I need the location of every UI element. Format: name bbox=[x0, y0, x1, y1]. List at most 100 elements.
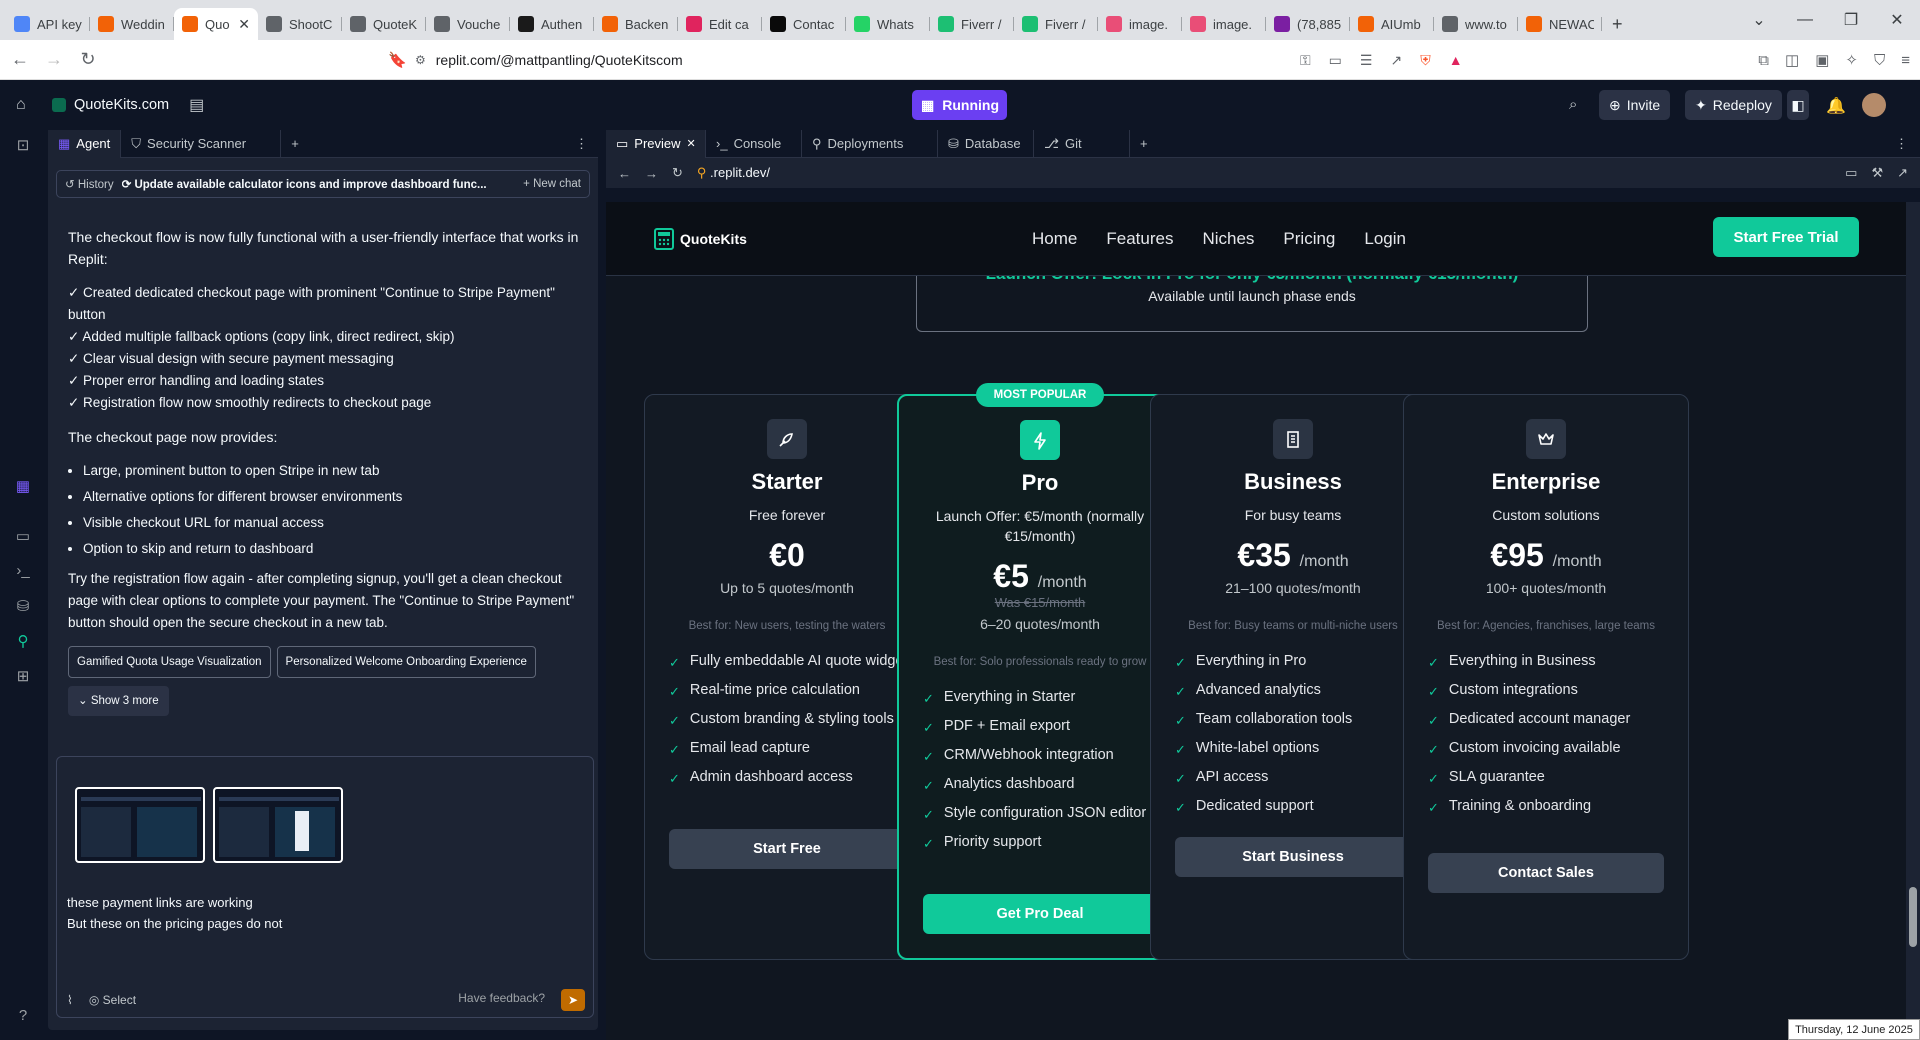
deployments-icon[interactable]: ⚲ bbox=[14, 632, 32, 650]
reload-icon[interactable]: ↻ bbox=[74, 49, 102, 70]
back-icon[interactable]: ← bbox=[6, 49, 34, 70]
brave-shield-icon[interactable]: ⛨ bbox=[1420, 52, 1431, 69]
thread-title[interactable]: ⟳ Update available calculator icons and … bbox=[122, 177, 516, 191]
browser-tab[interactable]: NEWAC bbox=[1518, 8, 1602, 40]
avatar[interactable] bbox=[1862, 93, 1886, 117]
devices-icon[interactable]: ▭ bbox=[1845, 165, 1857, 181]
preview-reload-icon[interactable]: ↻ bbox=[672, 165, 683, 181]
browser-tab[interactable]: Whats bbox=[846, 8, 930, 40]
browser-tab[interactable]: image. bbox=[1098, 8, 1182, 40]
new-tab-button[interactable]: + bbox=[1612, 14, 1623, 35]
run-status-button[interactable]: ▦ Running bbox=[912, 90, 1007, 120]
nav-link-features[interactable]: Features bbox=[1106, 229, 1173, 249]
chat-input[interactable]: these payment links are working But thes… bbox=[56, 756, 594, 1018]
close-window-button[interactable]: ✕ bbox=[1874, 10, 1920, 30]
browser-tab[interactable]: API key bbox=[6, 8, 90, 40]
tab-console[interactable]: ›_ Console bbox=[706, 129, 802, 158]
browser-tab[interactable]: Backen bbox=[594, 8, 678, 40]
reader-icon[interactable]: ☰ bbox=[1360, 52, 1373, 69]
search-icon[interactable]: ⌕ bbox=[1569, 96, 1577, 113]
tab-preview[interactable]: ▭ Preview ✕ bbox=[606, 129, 706, 158]
help-icon[interactable]: ? bbox=[14, 1007, 32, 1025]
devtools-icon[interactable]: ⚒ bbox=[1871, 165, 1883, 181]
share-icon[interactable]: ↗ bbox=[1390, 52, 1402, 69]
new-preview-tab-button[interactable]: + bbox=[1130, 130, 1158, 158]
browser-tab[interactable]: Edit ca bbox=[678, 8, 762, 40]
attach-icon[interactable]: ⌇ bbox=[67, 993, 73, 1007]
select-button[interactable]: ◎ Select bbox=[89, 993, 136, 1007]
project-switcher[interactable]: QuoteKits.com ▤ bbox=[52, 95, 204, 115]
browser-tab[interactable]: Vouche bbox=[426, 8, 510, 40]
input-text[interactable]: these payment links are working But thes… bbox=[67, 892, 282, 934]
database-icon[interactable]: ⛁ bbox=[14, 597, 32, 615]
suggestion-chip[interactable]: Gamified Quota Usage Visualization bbox=[68, 646, 271, 678]
maximize-button[interactable]: ❐ bbox=[1828, 10, 1874, 30]
apps-icon[interactable]: ⊞ bbox=[14, 667, 32, 685]
browser-tab[interactable]: (78,885 bbox=[1266, 8, 1350, 40]
cast-icon[interactable]: ▭ bbox=[1329, 52, 1342, 69]
wallet-icon[interactable]: ▣ bbox=[1815, 51, 1829, 69]
browser-tab[interactable]: AIUmb bbox=[1350, 8, 1434, 40]
redeploy-button[interactable]: ✦ Redeploy bbox=[1685, 90, 1782, 120]
nav-link-login[interactable]: Login bbox=[1364, 229, 1406, 249]
preview-back-icon[interactable]: ← bbox=[618, 166, 631, 181]
preview-forward-icon[interactable]: → bbox=[645, 166, 658, 181]
menu-icon[interactable]: ≡ bbox=[1901, 52, 1910, 69]
pro-plan-button[interactable]: Get Pro Deal bbox=[923, 894, 1157, 934]
browser-tab[interactable]: www.to bbox=[1434, 8, 1518, 40]
close-tab-icon[interactable]: ✕ bbox=[238, 16, 250, 33]
url-field[interactable]: ⚙ replit.com/@mattpantling/QuoteKitscom bbox=[415, 40, 683, 80]
forward-icon[interactable]: → bbox=[40, 49, 68, 70]
leo-icon[interactable]: ✧ bbox=[1845, 51, 1858, 69]
preview-icon[interactable]: ▭ bbox=[14, 527, 32, 545]
key-icon[interactable]: ⚿ bbox=[1300, 52, 1311, 69]
enterprise-plan-button[interactable]: Contact Sales bbox=[1428, 853, 1664, 893]
agent-icon[interactable]: ▦ bbox=[14, 477, 32, 495]
home-icon[interactable]: ⌂ bbox=[16, 96, 26, 114]
feedback-link[interactable]: Have feedback? bbox=[458, 991, 545, 1005]
tab-database[interactable]: ⛁ Database bbox=[938, 129, 1034, 158]
attachment-thumbnail[interactable] bbox=[75, 787, 205, 863]
suggestion-chip[interactable]: Personalized Welcome Onboarding Experien… bbox=[276, 646, 536, 678]
tab-search-icon[interactable]: ⌄ bbox=[1736, 10, 1782, 30]
open-new-tab-icon[interactable]: ↗ bbox=[1897, 165, 1908, 181]
start-free-trial-button[interactable]: Start Free Trial bbox=[1713, 217, 1859, 257]
console-icon[interactable]: ›_ bbox=[14, 562, 32, 580]
site-info-icon[interactable]: ⚙ bbox=[415, 53, 426, 67]
file-tree-icon[interactable]: ⊡ bbox=[14, 136, 32, 154]
tab-deployments[interactable]: ⚲ Deployments bbox=[802, 129, 938, 158]
browser-tab[interactable]: Fiverr / bbox=[1014, 8, 1098, 40]
extensions-icon[interactable]: ⧉ bbox=[1758, 52, 1769, 69]
show-more-button[interactable]: ⌄ Show 3 more bbox=[68, 686, 169, 716]
tab-security-scanner[interactable]: ⛉ Security Scanner bbox=[121, 129, 282, 158]
business-plan-button[interactable]: Start Business bbox=[1175, 837, 1411, 877]
browser-tab[interactable]: Weddin bbox=[90, 8, 174, 40]
files-icon[interactable]: ▤ bbox=[189, 95, 204, 115]
tab-agent[interactable]: ▦ Agent bbox=[48, 129, 122, 158]
nav-link-niches[interactable]: Niches bbox=[1202, 229, 1254, 249]
new-tab-button[interactable]: + bbox=[281, 130, 309, 158]
tab-git[interactable]: ⎇ Git bbox=[1034, 129, 1130, 158]
browser-tab[interactable]: Fiverr / bbox=[930, 8, 1014, 40]
bookmark-icon[interactable]: 🔖 bbox=[388, 51, 407, 69]
invite-button[interactable]: ⊕ Invite bbox=[1599, 90, 1671, 120]
scrollbar-thumb[interactable] bbox=[1909, 887, 1917, 947]
notifications-icon[interactable]: 🔔 bbox=[1826, 96, 1846, 116]
preview-scrollbar[interactable] bbox=[1906, 202, 1920, 1040]
more-icon[interactable]: ⋮ bbox=[575, 136, 598, 152]
minimize-button[interactable]: — bbox=[1782, 11, 1828, 29]
preview-more-icon[interactable]: ⋮ bbox=[1895, 136, 1920, 152]
attachment-thumbnail[interactable] bbox=[213, 787, 343, 863]
vpn-icon[interactable]: ⛉ bbox=[1874, 52, 1885, 69]
browser-tab[interactable]: Authen bbox=[510, 8, 594, 40]
brave-rewards-icon[interactable]: ▲ bbox=[1449, 52, 1463, 68]
browser-tab[interactable]: Contac bbox=[762, 8, 846, 40]
browser-tab[interactable]: Quo ✕ bbox=[174, 8, 258, 40]
sidebar-icon[interactable]: ◫ bbox=[1785, 51, 1799, 69]
send-button[interactable]: ➤ bbox=[561, 989, 585, 1011]
close-tab-icon[interactable]: ✕ bbox=[687, 137, 696, 150]
nav-link-home[interactable]: Home bbox=[1032, 229, 1077, 249]
preview-url[interactable]: ⚲ .replit.dev/ bbox=[697, 165, 770, 181]
browser-tab[interactable]: QuoteK bbox=[342, 8, 426, 40]
browser-tab[interactable]: ShootC bbox=[258, 8, 342, 40]
